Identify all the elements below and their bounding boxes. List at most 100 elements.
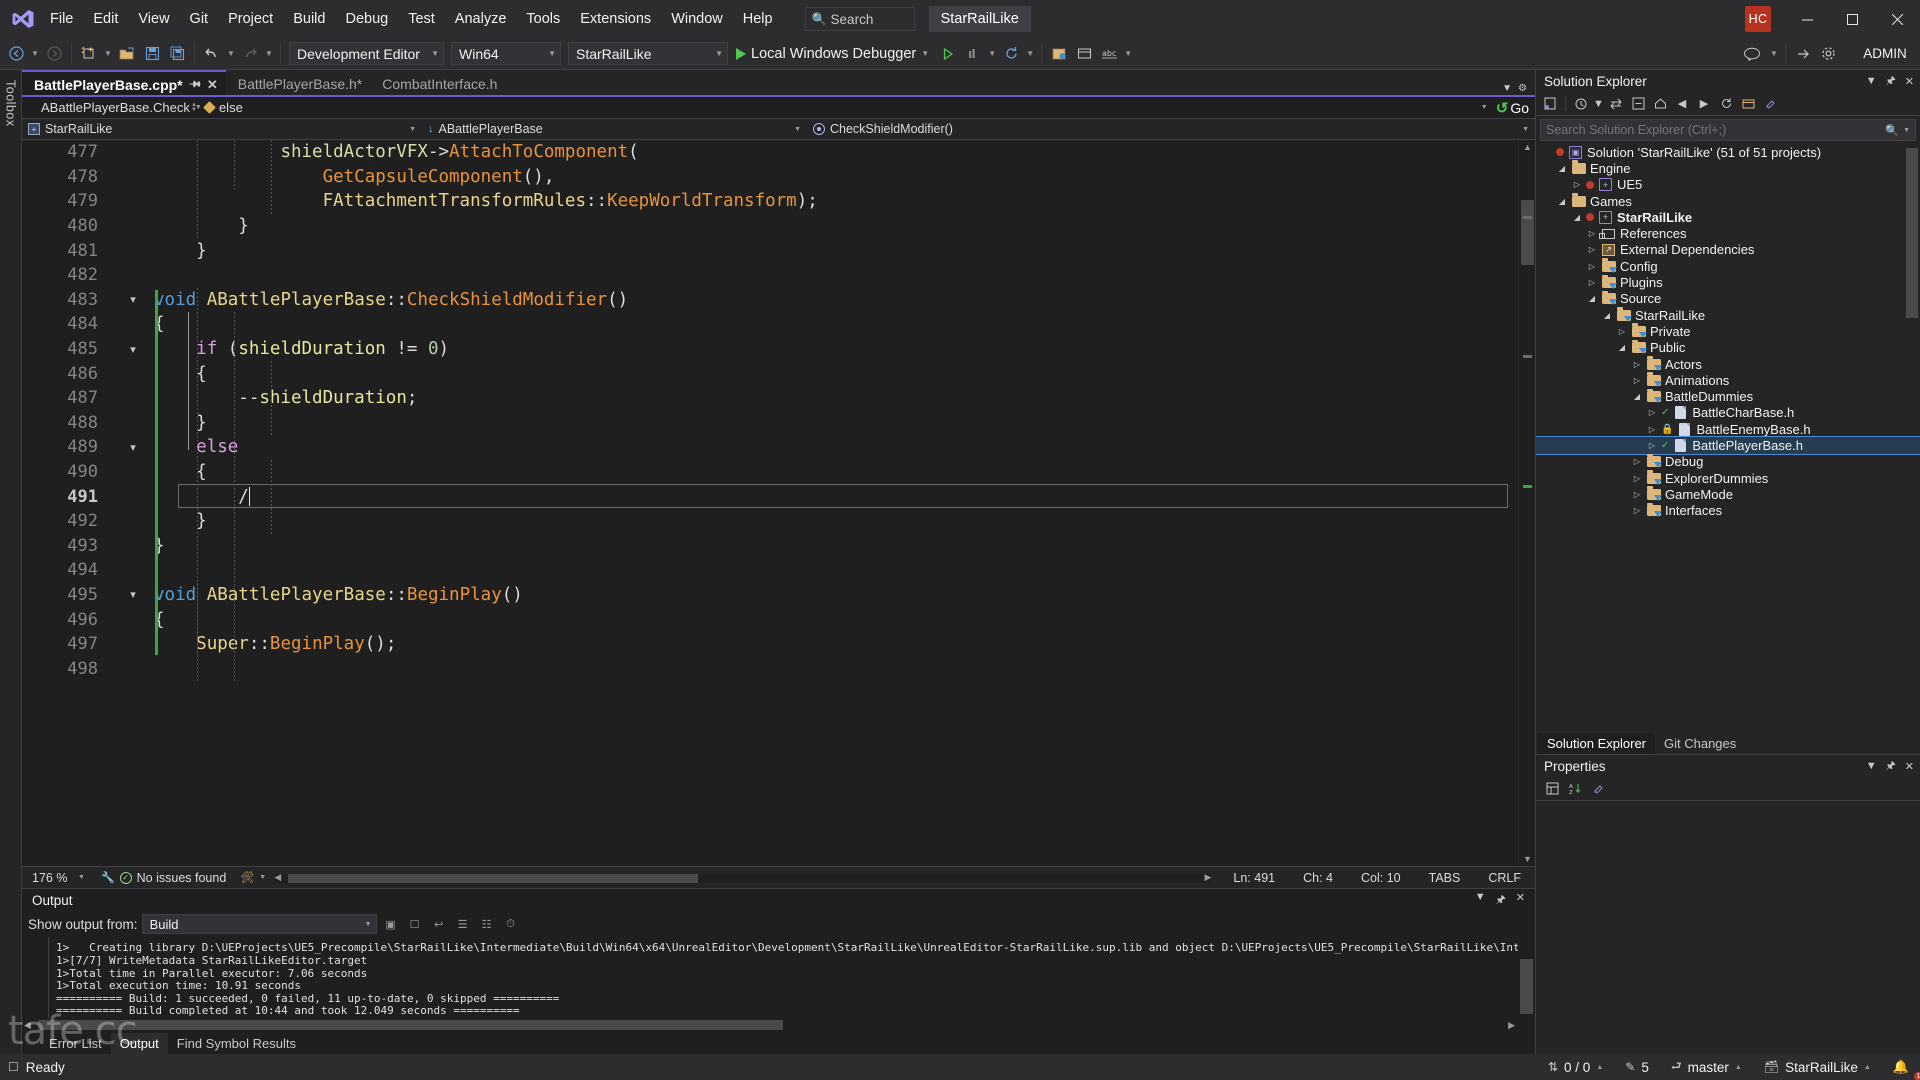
tree-item-debug[interactable]: ▷ Debug — [1536, 453, 1920, 470]
menu-analyze[interactable]: Analyze — [445, 0, 517, 38]
live-share-icon[interactable] — [1791, 41, 1815, 67]
new-project-icon[interactable] — [77, 41, 101, 67]
tree-item-animations[interactable]: ▷ Animations — [1536, 372, 1920, 388]
properties-grid[interactable] — [1536, 801, 1920, 1054]
startup-project-combo[interactable]: StarRailLike ▼ — [568, 42, 728, 65]
menu-extensions[interactable]: Extensions — [570, 0, 661, 38]
splitter-spinner[interactable]: ▲ ▼ — [187, 102, 201, 113]
expand-arrow-right-icon[interactable]: ▷ — [1587, 229, 1597, 238]
forward-icon[interactable]: ▶ — [1694, 94, 1714, 114]
fold-glyph[interactable]: ▾ — [112, 293, 154, 306]
tree-item-games[interactable]: ◢ Games — [1536, 193, 1920, 209]
solution-name-chip[interactable]: StarRailLike — [928, 6, 1031, 32]
tree-item-public[interactable]: ◢ Public — [1536, 339, 1920, 356]
user-avatar[interactable]: HC — [1745, 6, 1771, 32]
expand-arrow-down-icon[interactable]: ◢ — [1632, 392, 1642, 401]
navigate-back-icon[interactable] — [4, 41, 28, 67]
redo-icon[interactable] — [238, 41, 262, 67]
show-all-files-icon[interactable] — [1738, 94, 1758, 114]
code-line[interactable]: 487 --shieldDuration; — [22, 386, 1518, 411]
tree-item-interfaces[interactable]: ▷ Interfaces — [1536, 502, 1920, 519]
output-vertical-scrollbar[interactable] — [1518, 937, 1535, 1018]
zoom-level[interactable]: 176 % — [22, 871, 78, 885]
tab-error-list[interactable]: Error List — [40, 1033, 111, 1054]
scrollbar-thumb[interactable] — [288, 873, 699, 883]
open-file-icon[interactable] — [115, 41, 139, 67]
menu-file[interactable]: File — [40, 0, 83, 38]
tree-item-references[interactable]: ▷ References — [1536, 225, 1920, 241]
close-icon[interactable]: ✕ — [1905, 760, 1914, 773]
expand-arrow-right-icon[interactable]: ▷ — [1632, 360, 1642, 369]
menu-test[interactable]: Test — [398, 0, 445, 38]
chevron-down-icon[interactable]: ▼ — [1475, 891, 1486, 910]
quick-actions[interactable]: 🛠 ▼ — [226, 871, 266, 884]
code-line[interactable]: 492 } — [22, 509, 1518, 534]
scroll-right-icon[interactable]: ▶ — [1508, 1020, 1515, 1031]
tree-item-actors[interactable]: ▷ Actors — [1536, 356, 1920, 372]
tab-list-chevron-icon[interactable]: ▼ — [1502, 83, 1512, 94]
tab-battleplayerbase-h[interactable]: BattlePlayerBase.h* — [225, 71, 371, 97]
menu-git[interactable]: Git — [180, 0, 219, 38]
menu-tools[interactable]: Tools — [516, 0, 570, 38]
pin-icon[interactable]: 🖈 — [1886, 72, 1896, 91]
code-line[interactable]: 496 { — [22, 607, 1518, 632]
new-project-caret-icon[interactable]: ▼ — [102, 41, 114, 67]
expand-arrow-right-icon[interactable]: ▷ — [1572, 180, 1582, 189]
solution-explorer-search[interactable]: 🔍 ▼ — [1540, 119, 1916, 141]
tree-item-battleenemybase-h[interactable]: ▷ 🔒 BattleEnemyBase.h — [1536, 421, 1920, 437]
scope-combo-right[interactable]: else — [201, 98, 1481, 118]
tree-item-battlecharbase-h[interactable]: ▷ ✓ BattleCharBase.h — [1536, 405, 1920, 421]
expand-arrow-right-icon[interactable]: ▷ — [1587, 245, 1597, 254]
output-source-combo[interactable]: Build ▼ — [141, 914, 377, 935]
code-line[interactable]: 477 shieldActorVFX->AttachToComponent( — [22, 140, 1518, 165]
configuration-combo[interactable]: Development Editor ▼ — [289, 42, 444, 65]
code-editor[interactable]: 477 shieldActorVFX->AttachToComponent(47… — [22, 140, 1535, 867]
scrollbar-thumb[interactable] — [38, 1020, 783, 1030]
refresh-caret-icon[interactable]: ▼ — [1024, 41, 1036, 67]
close-icon[interactable]: ✕ — [1516, 891, 1525, 910]
code-line[interactable]: 484 { — [22, 312, 1518, 337]
pin-icon[interactable]: 🖈 — [184, 74, 205, 95]
window-layout-icon[interactable] — [1047, 41, 1071, 67]
tree-item-starraillike[interactable]: ◢ + StarRailLike — [1536, 209, 1920, 225]
toolbox-tab[interactable]: Toolbox — [0, 70, 22, 1054]
output-list-icon[interactable]: ☰ — [453, 914, 473, 934]
hot-reload-caret-icon[interactable]: ▼ — [986, 41, 998, 67]
tree-item-gamemode[interactable]: ▷ GameMode — [1536, 486, 1920, 502]
tree-item-solution-starraillike-51-of-51-projects[interactable]: ▣ Solution 'StarRailLike' (51 of 51 proje… — [1536, 144, 1920, 160]
zoom-chevron-icon[interactable]: ▼ — [78, 874, 93, 881]
start-without-debugging-icon[interactable] — [936, 41, 960, 67]
tree-item-private[interactable]: ▷ Private — [1536, 323, 1920, 339]
chevron-down-icon[interactable]: ▼ — [1593, 94, 1604, 114]
sync-with-active-document-icon[interactable] — [1606, 94, 1626, 114]
chevron-down-icon[interactable]: ▼ — [1866, 75, 1877, 87]
solution-tree[interactable]: ▣ Solution 'StarRailLike' (51 of 51 proje… — [1536, 144, 1920, 732]
output-text[interactable]: 1> Creating library D:\UEProjects\UE5_Pr… — [22, 937, 1535, 1018]
tree-item-ue5[interactable]: ▷ + UE5 — [1536, 177, 1920, 193]
collapse-all-icon[interactable] — [1628, 94, 1648, 114]
pending-edits[interactable]: ✎ 5 — [1614, 1054, 1660, 1080]
output-wordwrap-icon[interactable]: ↩ — [429, 914, 449, 934]
tab-output[interactable]: Output — [110, 1032, 168, 1054]
platform-combo[interactable]: Win64 ▼ — [451, 42, 561, 65]
spell-check-icon[interactable]: abc — [1097, 41, 1121, 67]
tree-item-explorerdummies[interactable]: ▷ ExplorerDummies — [1536, 470, 1920, 486]
output-horizontal-scrollbar[interactable]: ◀ ▶ — [22, 1018, 1535, 1032]
expand-arrow-down-icon[interactable]: ◢ — [1587, 294, 1597, 303]
expand-arrow-down-icon[interactable]: ◢ — [1557, 197, 1567, 206]
menu-project[interactable]: Project — [218, 0, 283, 38]
editor-horizontal-scrollbar[interactable]: ◀ ▶ — [274, 872, 1212, 884]
tree-item-source[interactable]: ◢ Source — [1536, 290, 1920, 307]
property-pages-icon[interactable] — [1588, 779, 1608, 799]
code-surface[interactable]: 477 shieldActorVFX->AttachToComponent(47… — [22, 140, 1518, 866]
tree-item-battledummies[interactable]: ◢ BattleDummies — [1536, 388, 1920, 404]
pending-changes-icon[interactable] — [1571, 94, 1591, 114]
undo-caret-icon[interactable]: ▼ — [225, 41, 237, 67]
back-icon[interactable]: ◀ — [1672, 94, 1692, 114]
code-line[interactable]: 486 { — [22, 361, 1518, 386]
navigate-forward-icon[interactable] — [42, 41, 66, 67]
scrollbar-thumb[interactable] — [1906, 148, 1918, 318]
code-line[interactable]: 498 — [22, 656, 1518, 681]
refresh-icon[interactable] — [999, 41, 1023, 67]
settings-icon[interactable] — [1816, 41, 1840, 67]
